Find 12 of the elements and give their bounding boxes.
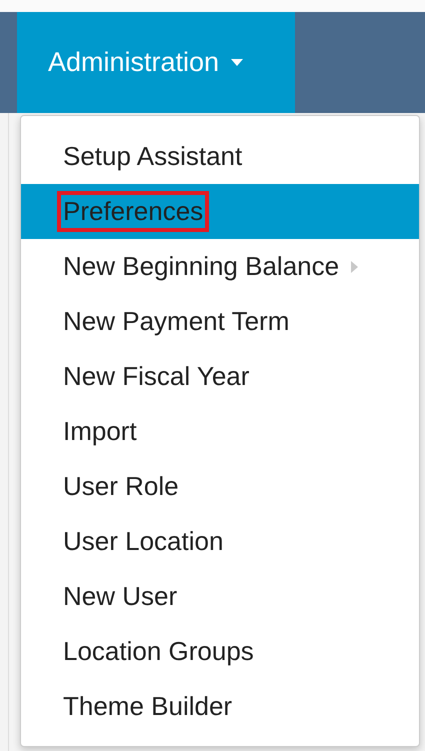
menu-item[interactable]: User Location <box>21 514 419 569</box>
menu-item[interactable]: New User <box>21 569 419 624</box>
menu-item[interactable]: Theme Builder <box>21 679 419 734</box>
menu-item[interactable]: User Role <box>21 459 419 514</box>
menu-item[interactable]: Preferences <box>21 184 419 239</box>
menu-item[interactable]: New Fiscal Year <box>21 349 419 404</box>
caret-icon <box>231 59 244 66</box>
menu-item[interactable]: New Payment Term <box>21 294 419 349</box>
menu-item[interactable]: Import <box>21 404 419 459</box>
menu-item[interactable]: New Beginning Balance <box>21 239 419 294</box>
menu-item[interactable]: Location Groups <box>21 624 419 679</box>
menu-item[interactable]: Setup Assistant <box>21 129 419 184</box>
